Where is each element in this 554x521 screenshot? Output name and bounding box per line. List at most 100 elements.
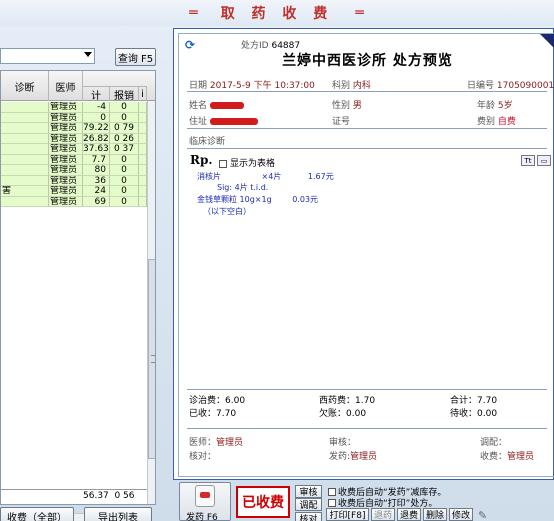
footer-total: 56.37 xyxy=(83,491,109,501)
table-row[interactable]: 管理员 26.82 0 26 xyxy=(1,133,147,144)
row-diagnosis xyxy=(1,133,49,144)
check-button[interactable]: 核对 xyxy=(295,512,322,521)
app-window: ═ 取 药 收 费 ═ 查询 F5 诊断 医师 计 报销 i 管理员 -4 0 管理员… xyxy=(0,0,554,521)
query-button[interactable]: 查询 F5 xyxy=(115,48,156,66)
dispense-button-label: 发药 F6 xyxy=(186,513,218,521)
row-diagnosis xyxy=(1,196,49,207)
table-row[interactable]: 害管理员 24 0 xyxy=(1,186,147,197)
row-extra xyxy=(139,196,147,207)
col-amount[interactable]: 计 xyxy=(83,86,110,102)
col-diagnosis[interactable]: 诊断 xyxy=(1,71,49,101)
table-row[interactable]: 管理员 79.22 0 79 xyxy=(1,123,147,134)
row-refund: 0 xyxy=(110,102,139,113)
id-label: 证号 xyxy=(332,117,351,127)
print-button[interactable]: 打印[F8] xyxy=(326,508,369,521)
consult-fee: 诊治费：6.00 xyxy=(189,396,246,406)
cashier-value: 管理员 xyxy=(507,452,535,462)
dispense-value: 管理员 xyxy=(350,452,378,462)
row-extra xyxy=(139,112,147,123)
col-doctor[interactable]: 医师 xyxy=(49,71,83,101)
dispense-label: 发药: xyxy=(329,452,351,462)
dept-label: 科别 xyxy=(332,81,351,91)
age-field: 年龄 5岁 xyxy=(477,98,513,111)
drug-1-usage: Sig: 4片 t.i.d. xyxy=(217,183,269,192)
table-view-icon[interactable]: ▭ xyxy=(537,155,551,166)
row-diagnosis: 害 xyxy=(1,186,49,197)
date-field: 日期 2017-5-9 下午 10:37:00 xyxy=(189,78,315,91)
drug-1-qty: ×4片 xyxy=(261,172,282,181)
scrollbar-thumb[interactable] xyxy=(148,259,155,459)
table-row[interactable]: 管理员 7.7 0 xyxy=(1,154,147,165)
text-format-icon[interactable]: Tt xyxy=(521,155,535,166)
row-diagnosis xyxy=(1,123,49,134)
table-row[interactable]: 管理员 -4 0 xyxy=(1,102,147,113)
vertical-scrollbar[interactable] xyxy=(147,101,155,504)
row-amount: 69 xyxy=(83,196,110,207)
drug-line-2: 金钱草颗粒 10g×1g 0.03元 xyxy=(197,194,318,205)
col-extra[interactable]: i xyxy=(139,86,147,101)
col-refund[interactable]: 报销 xyxy=(110,86,139,102)
refund-button[interactable]: 退费 xyxy=(397,508,421,521)
blank-note: （以下空白） xyxy=(203,207,251,216)
row-extra xyxy=(139,144,147,155)
title-decoration-left: ═ xyxy=(189,5,199,21)
return-drug-button[interactable]: 退药 xyxy=(371,508,395,521)
export-list-button[interactable]: 导出列表 xyxy=(84,507,152,521)
date-label: 日期 xyxy=(189,81,208,91)
row-doctor: 管理员 xyxy=(49,102,83,113)
row-amount: 0 xyxy=(83,112,110,123)
gender-field: 性别 男 xyxy=(332,98,362,111)
fee-total: 合计：7.70 xyxy=(450,396,498,406)
row-amount: 26.82 xyxy=(83,133,110,144)
table-row[interactable]: 管理员 69 0 xyxy=(1,196,147,207)
table-row[interactable]: 管理员 80 0 xyxy=(1,165,147,176)
check-label: 核对： xyxy=(189,452,217,462)
row-doctor: 管理员 xyxy=(49,175,83,186)
row-diagnosis xyxy=(1,112,49,123)
physician-field: 医师：管理员 xyxy=(189,435,243,448)
drug-1-price: 1.67元 xyxy=(307,172,334,181)
show-table-option[interactable]: 显示为表格 xyxy=(219,156,275,169)
mix-button[interactable]: 调配 xyxy=(295,498,322,511)
divider xyxy=(187,148,547,149)
row-refund: 0 xyxy=(110,196,139,207)
fee-type-field: 费别 自费 xyxy=(477,114,516,127)
row-amount: 36 xyxy=(83,175,110,186)
row-refund: 0 xyxy=(110,154,139,165)
row-doctor: 管理员 xyxy=(49,196,83,207)
table-row[interactable]: 管理员 37.63 0 37 xyxy=(1,144,147,155)
drug-1-name: 消核片 xyxy=(197,172,221,181)
row-extra xyxy=(139,123,147,134)
show-table-checkbox[interactable] xyxy=(219,159,227,168)
row-amount: 80 xyxy=(83,165,110,176)
row-diagnosis xyxy=(1,165,49,176)
title-bar: ═ 取 药 收 费 ═ xyxy=(0,0,554,26)
filter-select[interactable] xyxy=(0,48,95,64)
row-refund: 0 79 xyxy=(110,123,139,134)
review-button[interactable]: 审核 xyxy=(295,485,322,498)
prescription-sheet: ⟳ 处方ID 64887 兰婷中西医诊所 处方预览 日期 2017-5-9 下午… xyxy=(178,33,554,477)
row-amount: 37.63 xyxy=(83,144,110,155)
charge-all-button[interactable]: 收费（全部） xyxy=(0,507,74,521)
modify-button[interactable]: 修改 xyxy=(449,508,473,521)
row-diagnosis xyxy=(1,102,49,113)
dispense-button[interactable]: 发药 F6 xyxy=(179,482,231,521)
delete-button[interactable]: 删除 xyxy=(423,508,447,521)
row-extra xyxy=(139,186,147,197)
pin-icon[interactable]: ✎ xyxy=(478,509,487,521)
row-refund: 0 xyxy=(110,175,139,186)
table-row[interactable]: 管理员 0 0 xyxy=(1,112,147,123)
auto-dispense-checkbox[interactable] xyxy=(328,487,336,496)
gender-label: 性别 xyxy=(332,101,351,111)
row-extra xyxy=(139,165,147,176)
cashier-field: 收费：管理员 xyxy=(480,449,534,462)
table-row[interactable]: 管理员 36 0 xyxy=(1,175,147,186)
paid-status-badge: 已收费 xyxy=(236,486,290,518)
table-header: 诊断 医师 计 报销 i xyxy=(1,71,155,102)
prescription-preview-panel: ⟳ 处方ID 64887 兰婷中西医诊所 处方预览 日期 2017-5-9 下午… xyxy=(173,28,554,480)
divider xyxy=(187,91,547,92)
action-bar: 发药 F6 已收费 审核 调配 核对 收费后自动“发药”减库存。 收费后自动“打… xyxy=(173,482,554,521)
chevron-down-icon[interactable] xyxy=(84,52,92,57)
auto-print-checkbox[interactable] xyxy=(328,498,336,507)
records-table: 诊断 医师 计 报销 i 管理员 -4 0 管理员 0 0 管理员 79.22 0 79 管理员 2… xyxy=(0,70,156,505)
